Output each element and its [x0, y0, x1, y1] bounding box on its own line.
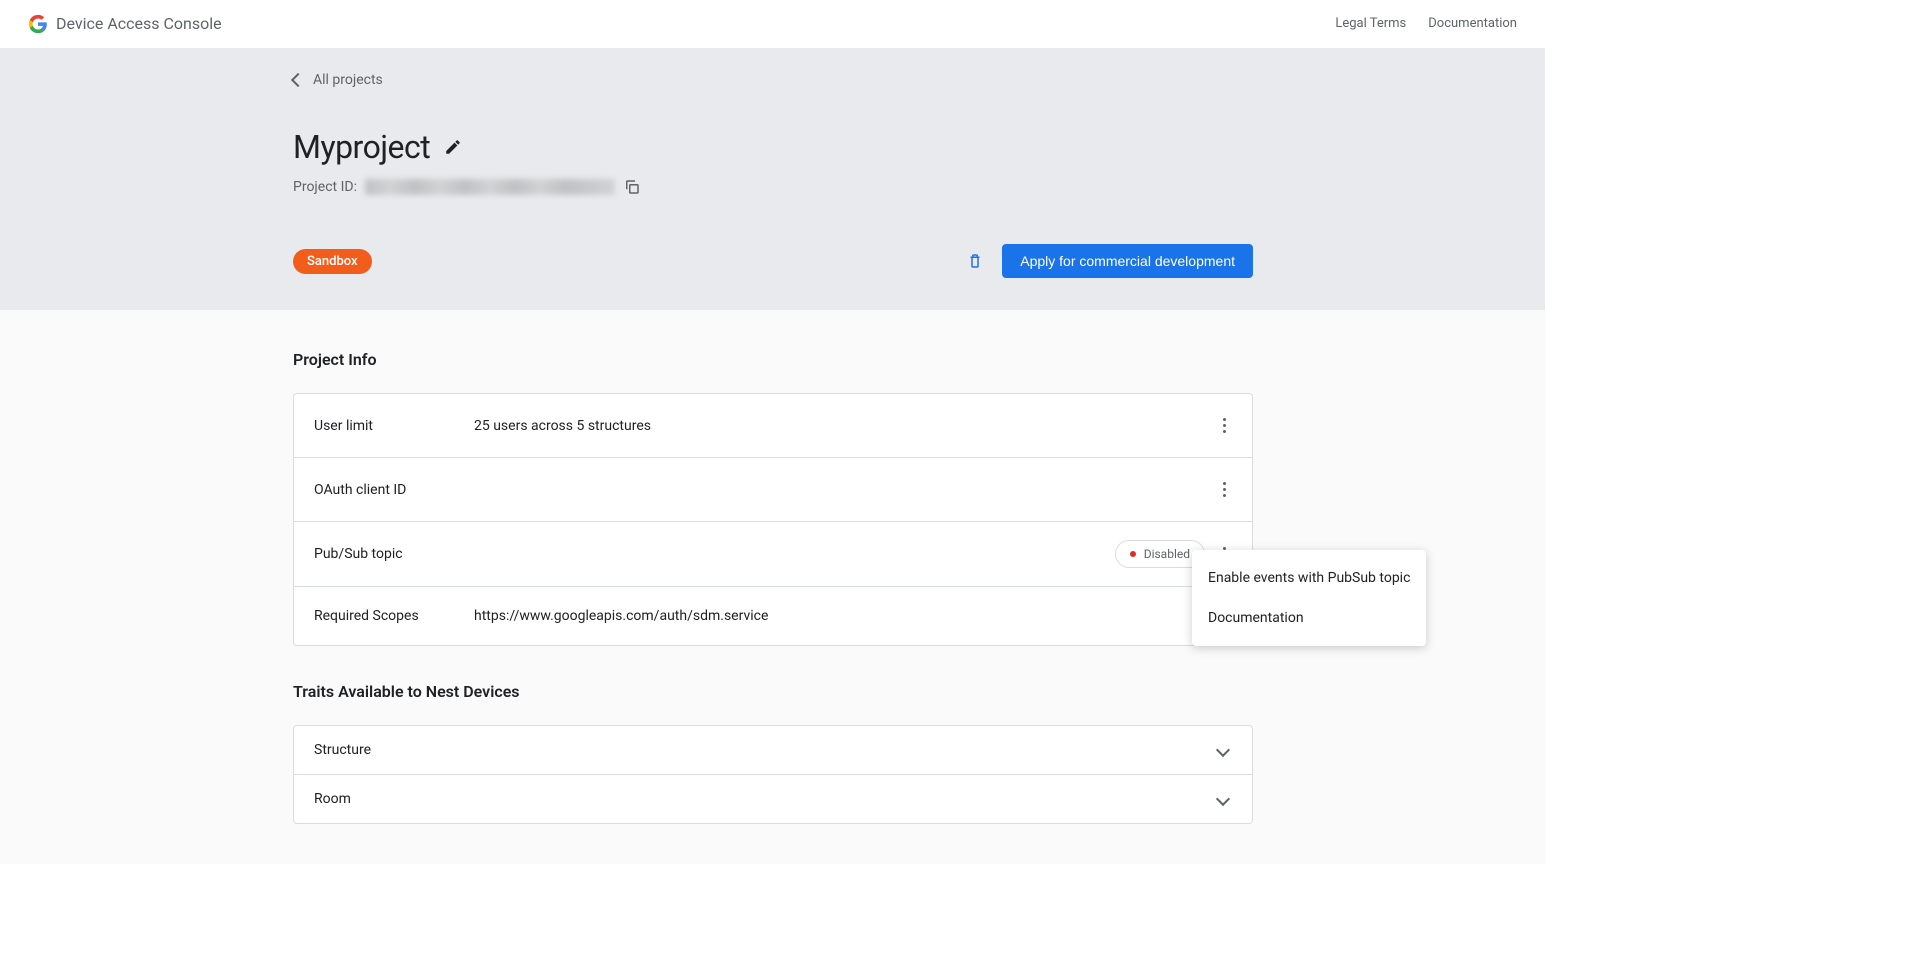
pubsub-row: Pub/Sub topic Disabled: [294, 522, 1252, 587]
oauth-menu-button[interactable]: [1217, 476, 1232, 503]
project-title-row: Myproject: [293, 128, 1253, 166]
sandbox-badge: Sandbox: [293, 249, 372, 274]
oauth-row: OAuth client ID: [294, 458, 1252, 522]
project-hero: All projects Myproject Project ID: Sandb…: [0, 48, 1545, 310]
trait-label: Structure: [314, 742, 371, 758]
project-info-title: Project Info: [293, 350, 1253, 369]
traits-title: Traits Available to Nest Devices: [293, 682, 1253, 701]
menu-item-enable-events[interactable]: Enable events with PubSub topic: [1192, 558, 1426, 598]
topbar-left: Device Access Console: [28, 14, 222, 34]
scopes-row: Required Scopes https://www.googleapis.c…: [294, 587, 1252, 645]
breadcrumb-label: All projects: [313, 72, 383, 88]
documentation-link[interactable]: Documentation: [1428, 16, 1517, 31]
user-limit-menu-button[interactable]: [1217, 412, 1232, 439]
legal-terms-link[interactable]: Legal Terms: [1335, 16, 1406, 31]
chevron-down-icon: [1216, 792, 1230, 806]
edit-icon[interactable]: [444, 138, 462, 156]
project-title: Myproject: [293, 128, 430, 166]
project-id-label: Project ID:: [293, 179, 357, 195]
trait-label: Room: [314, 791, 351, 807]
hero-right-actions: Apply for commercial development: [966, 244, 1253, 278]
google-logo-icon: [28, 14, 48, 34]
topbar: Device Access Console Legal Terms Docume…: [0, 0, 1545, 48]
user-limit-label: User limit: [314, 418, 474, 434]
apply-commercial-button[interactable]: Apply for commercial development: [1002, 244, 1253, 278]
project-id-value: [365, 179, 615, 195]
copy-icon[interactable]: [623, 178, 641, 196]
topbar-right: Legal Terms Documentation: [1335, 16, 1517, 31]
hero-actions: Sandbox Apply for commercial development: [293, 244, 1253, 278]
trait-row-room[interactable]: Room: [294, 775, 1252, 823]
delete-icon[interactable]: [966, 252, 984, 270]
chevron-down-icon: [1216, 743, 1230, 757]
project-id-row: Project ID:: [293, 178, 1253, 196]
menu-item-documentation[interactable]: Documentation: [1192, 598, 1426, 638]
scopes-value: https://www.googleapis.com/auth/sdm.serv…: [474, 608, 1232, 624]
pubsub-label: Pub/Sub topic: [314, 546, 474, 562]
traits-section: Traits Available to Nest Devices Structu…: [293, 682, 1253, 824]
scopes-label: Required Scopes: [314, 608, 474, 624]
pubsub-context-menu: Enable events with PubSub topic Document…: [1192, 550, 1426, 646]
oauth-label: OAuth client ID: [314, 482, 474, 498]
status-dot-icon: [1130, 551, 1136, 557]
trait-row-structure[interactable]: Structure: [294, 726, 1252, 775]
traits-table: Structure Room: [293, 725, 1253, 824]
app-title: Device Access Console: [56, 14, 222, 33]
user-limit-row: User limit 25 users across 5 structures: [294, 394, 1252, 458]
pubsub-status-label: Disabled: [1144, 547, 1190, 561]
user-limit-value: 25 users across 5 structures: [474, 418, 1217, 434]
chevron-left-icon: [291, 73, 305, 87]
project-info-table: User limit 25 users across 5 structures …: [293, 393, 1253, 646]
breadcrumb-back[interactable]: All projects: [293, 72, 1253, 88]
